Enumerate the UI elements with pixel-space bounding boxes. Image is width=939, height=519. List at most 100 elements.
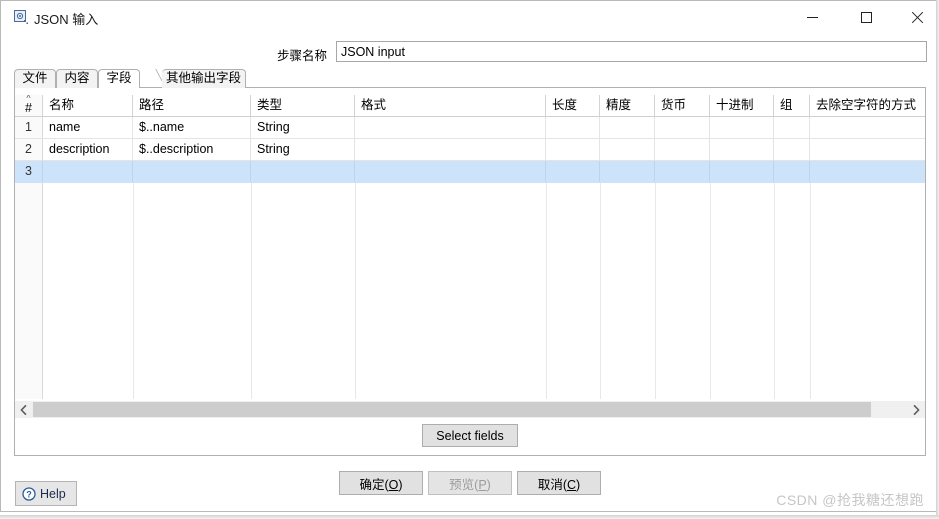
dialog-window: JSON 输入 步骤名称 文件 内容 字段 [0,0,939,512]
cell-trim[interactable] [810,161,925,182]
tab-file-label: 文件 [22,71,48,85]
scroll-left-button[interactable] [15,401,32,418]
title-bar: JSON 输入 [1,1,938,33]
step-name-input[interactable] [336,41,927,62]
watermark-text: CSDN @抢我糖还想跑 [776,492,924,508]
cell-trim[interactable] [810,117,925,138]
cell-path[interactable] [133,161,251,182]
column-header-currency[interactable]: 货币 [655,95,710,116]
column-header-path[interactable]: 路径 [133,95,251,116]
table-row[interactable]: 2 description $..description String [15,139,925,161]
column-header-number[interactable]: ^ # [15,95,43,116]
tab-other-output-fields[interactable]: 其他输出字段 [162,69,246,88]
question-circle-icon: ? [22,486,36,501]
cell-group[interactable] [774,161,810,182]
column-header-trim-label: 去除空字符的方式 [816,98,917,112]
cell-type[interactable]: String [251,139,355,160]
help-button[interactable]: ? Help [15,481,77,506]
cell-decimal[interactable] [710,161,774,182]
tab-other-output-fields-label: 其他输出字段 [165,71,241,85]
table-horizontal-scrollbar[interactable] [15,401,925,418]
cell-length[interactable] [546,139,600,160]
table-header-row: ^ # 名称 路径 类型 格式 长度 精度 货币 十进制 组 去除空字符的方式 [15,95,925,117]
minimize-button[interactable] [789,1,835,33]
cell-type[interactable]: String [251,117,355,138]
tab-bar: 文件 内容 字段 其他输出字段 [14,69,926,89]
column-header-name-label: 名称 [49,98,75,112]
column-header-name[interactable]: 名称 [43,95,133,116]
column-header-type[interactable]: 类型 [251,95,355,116]
cell-precision[interactable] [600,161,655,182]
cancel-button[interactable]: 取消(C) [517,471,601,495]
cell-path[interactable]: $..name [133,117,251,138]
scroll-thumb[interactable] [33,402,871,417]
window-shadow-bottom [0,515,939,519]
cell-format[interactable] [355,161,546,182]
select-fields-button[interactable]: Select fields [422,424,518,447]
cell-currency[interactable] [655,117,710,138]
json-input-step-dialog: JSON 输入 步骤名称 文件 内容 字段 [0,0,939,519]
cell-number: 1 [15,117,43,138]
table-row[interactable]: 3 [15,161,925,183]
minimize-icon [806,16,818,18]
column-header-type-label: 类型 [257,98,283,112]
table-empty-number-gutter [15,183,43,399]
cell-precision[interactable] [600,139,655,160]
cell-decimal[interactable] [710,117,774,138]
cell-type[interactable] [251,161,355,182]
column-header-format[interactable]: 格式 [355,95,546,116]
tab-fields[interactable]: 字段 [98,69,140,89]
cell-name[interactable]: name [43,117,133,138]
column-header-currency-label: 货币 [661,98,687,112]
cell-group[interactable] [774,117,810,138]
cell-format[interactable] [355,139,546,160]
column-header-trim[interactable]: 去除空字符的方式 [810,95,925,116]
column-header-group-label: 组 [780,98,793,112]
column-header-decimal[interactable]: 十进制 [710,95,774,116]
step-name-label: 步骤名称 [277,49,328,63]
cell-number: 3 [15,161,43,182]
cell-decimal[interactable] [710,139,774,160]
help-button-label: Help [40,486,66,501]
cell-format[interactable] [355,117,546,138]
table-row[interactable]: 1 name $..name String [15,117,925,139]
tab-content[interactable]: 内容 [56,69,98,88]
cell-number: 2 [15,139,43,160]
scroll-right-button[interactable] [908,401,925,418]
cell-precision[interactable] [600,117,655,138]
column-header-length-label: 长度 [552,98,578,112]
cell-name[interactable]: description [43,139,133,160]
maximize-button[interactable] [843,1,889,33]
cell-length[interactable] [546,161,600,182]
chevron-left-icon [20,404,27,415]
cell-path[interactable]: $..description [133,139,251,160]
column-header-precision-label: 精度 [606,98,632,112]
table-empty-filler [15,183,925,399]
maximize-icon [860,11,872,23]
cell-trim[interactable] [810,139,925,160]
column-header-precision[interactable]: 精度 [600,95,655,116]
close-icon [911,11,924,24]
column-header-path-label: 路径 [139,98,165,112]
cell-group[interactable] [774,139,810,160]
table-empty-area[interactable] [15,183,925,399]
preview-button[interactable]: 预览(P) [428,471,512,495]
cell-currency[interactable] [655,139,710,160]
tab-file[interactable]: 文件 [14,69,56,88]
cell-name[interactable] [43,161,133,182]
chevron-right-icon [913,404,920,415]
window-title: JSON 输入 [34,12,99,27]
column-header-length[interactable]: 长度 [546,95,600,116]
table-body: 1 name $..name String 2 description $..d… [15,117,925,399]
column-header-decimal-label: 十进制 [716,98,754,112]
fields-table: ^ # 名称 路径 类型 格式 长度 精度 货币 十进制 组 去除空字符的方式 … [15,95,925,401]
svg-text:?: ? [26,489,32,499]
ok-button[interactable]: 确定(O) [339,471,423,495]
close-button[interactable] [894,1,939,33]
cell-currency[interactable] [655,161,710,182]
tab-content-label: 内容 [64,71,90,85]
cell-length[interactable] [546,117,600,138]
column-header-number-label: # [25,101,32,115]
column-header-group[interactable]: 组 [774,95,810,116]
column-header-format-label: 格式 [361,98,387,112]
